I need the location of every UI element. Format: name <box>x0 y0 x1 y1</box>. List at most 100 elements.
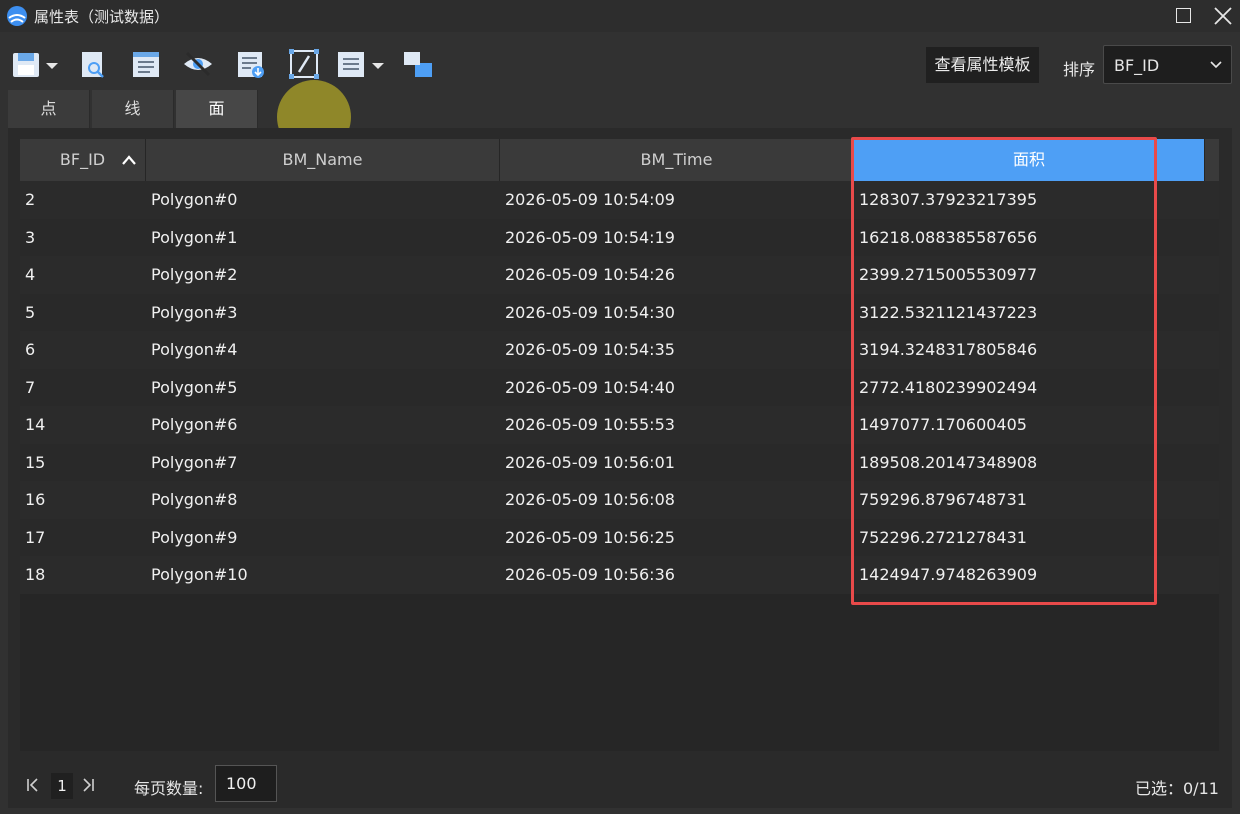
sort-label: 排序 <box>1063 60 1096 79</box>
table-cell: 6 <box>25 340 36 359</box>
table-cell: 16 <box>25 490 46 509</box>
table-cell: 14 <box>25 415 46 434</box>
layers-button[interactable] <box>402 48 434 80</box>
table-cell: 2026-05-09 10:56:36 <box>505 565 675 584</box>
export-button[interactable] <box>235 48 267 80</box>
table-cell: Polygon#7 <box>151 452 238 472</box>
sort-value: BF_ID <box>1114 56 1160 75</box>
table-row[interactable]: 18 Polygon#10 2026-05-09 10:56:36 1424947.9… <box>20 556 1219 594</box>
hide-button[interactable] <box>182 48 214 80</box>
maximize-icon[interactable] <box>1176 8 1191 23</box>
table-cell: Polygon#5 <box>151 377 238 397</box>
view-template-button[interactable]: 查看属性模板 <box>926 47 1039 83</box>
table-cell: Polygon#2 <box>151 265 238 284</box>
table-cell: 5 <box>25 302 36 322</box>
window-title: 属性表（测试数据） <box>34 8 170 26</box>
table-cell: 2026-05-09 10:54:19 <box>505 227 675 247</box>
eye-hide-icon <box>184 51 212 77</box>
table-panel: BF_ID BM_Name BM_Time 面积 2 Polygon#0 2026-… <box>8 128 1232 808</box>
table-row[interactable]: 5 Polygon#3 2026-05-09 10:54:30 3122.532112… <box>20 293 1219 331</box>
table-cell: 2026-05-09 10:54:40 <box>505 377 675 397</box>
last-page-icon[interactable] <box>80 777 96 793</box>
per-page-input[interactable] <box>215 765 277 802</box>
table-cell: 17 <box>25 527 46 547</box>
table-row[interactable]: 7 Polygon#5 2026-05-09 10:54:40 2772.418023… <box>20 368 1219 406</box>
table-row[interactable]: 15 Polygon#7 2026-05-09 10:56:01 189508.201… <box>20 443 1219 481</box>
column-header-label: 面积 <box>1012 150 1045 169</box>
table-cell: Polygon#3 <box>151 302 238 322</box>
table-cell: 2026-05-09 10:56:01 <box>505 452 675 472</box>
table-cell: 3 <box>25 227 36 247</box>
chevron-down-icon <box>372 63 384 69</box>
table-cell: 1424947.9748263909 <box>859 565 1038 584</box>
list-view-icon <box>133 52 159 77</box>
table-row[interactable]: 2 Polygon#0 2026-05-09 10:54:09 128307.3792… <box>20 181 1219 219</box>
table-cell: 1497077.170600405 <box>859 415 1027 434</box>
pagination-bar: 1 每页数量: 已选：0/11 <box>0 764 1240 814</box>
list-view-button[interactable] <box>130 48 162 80</box>
selected-count: 已选：0/11 <box>1135 779 1219 798</box>
export-icon <box>238 52 264 78</box>
table-cell: Polygon#0 <box>151 190 238 209</box>
table-cell: 752296.2721278431 <box>859 527 1027 547</box>
table-cell: 2399.2715005530977 <box>859 265 1038 284</box>
table-cell: Polygon#8 <box>151 490 238 509</box>
table-row[interactable]: 14 Polygon#6 2026-05-09 10:55:53 1497077.17… <box>20 406 1219 444</box>
table-row[interactable]: 4 Polygon#2 2026-05-09 10:54:26 2399.271500… <box>20 256 1219 294</box>
column-header-bm-name[interactable]: BM_Name <box>146 139 500 181</box>
sort-ascending-icon <box>122 155 136 165</box>
table-cell: Polygon#6 <box>151 415 238 434</box>
tab-line[interactable]: 线 <box>92 90 174 128</box>
table-cell: 2026-05-09 10:55:53 <box>505 415 675 434</box>
search-document-button[interactable] <box>77 48 109 80</box>
column-header-label: BM_Time <box>640 150 713 169</box>
per-page-label: 每页数量: <box>134 779 204 798</box>
table-cell: 15 <box>25 452 46 472</box>
table-cell: 16218.088385587656 <box>859 227 1038 247</box>
chevron-down-icon <box>1210 61 1222 69</box>
list-menu-dropdown[interactable] <box>371 62 385 70</box>
list-icon <box>338 52 364 77</box>
save-icon <box>13 53 39 77</box>
table-cell: 2026-05-09 10:54:30 <box>505 302 675 322</box>
table-cell: 18 <box>25 565 46 584</box>
table-cell: Polygon#1 <box>151 227 238 247</box>
table-cell: 2772.4180239902494 <box>859 377 1038 397</box>
edit-icon <box>289 49 319 79</box>
sort-select[interactable]: BF_ID <box>1103 45 1232 84</box>
table-cell: 759296.8796748731 <box>859 490 1027 509</box>
list-menu-button[interactable] <box>335 48 367 80</box>
table-cell: 2026-05-09 10:56:08 <box>505 490 675 509</box>
close-icon[interactable] <box>1212 5 1234 27</box>
table-cell: 2026-05-09 10:54:09 <box>505 190 675 209</box>
current-page[interactable]: 1 <box>51 773 73 799</box>
table-cell: Polygon#10 <box>151 565 248 584</box>
first-page-icon[interactable] <box>25 777 41 793</box>
table-row[interactable]: 17 Polygon#9 2026-05-09 10:56:25 752296.272… <box>20 518 1219 556</box>
tab-point[interactable]: 点 <box>8 90 90 128</box>
table-row[interactable]: 3 Polygon#1 2026-05-09 10:54:19 16218.08838… <box>20 218 1219 256</box>
save-button[interactable] <box>10 48 42 80</box>
table-cell: 4 <box>25 265 36 284</box>
table-cell: 2026-05-09 10:54:35 <box>505 340 675 359</box>
table-cell: 7 <box>25 377 36 397</box>
table-cell: 3194.3248317805846 <box>859 340 1038 359</box>
edit-button[interactable] <box>288 48 320 80</box>
column-header-bm-time[interactable]: BM_Time <box>500 139 854 181</box>
table-cell: 128307.37923217395 <box>859 190 1038 209</box>
app-logo-icon <box>7 6 27 26</box>
tab-polygon[interactable]: 面 <box>176 90 258 128</box>
table-row[interactable]: 16 Polygon#8 2026-05-09 10:56:08 759296.879… <box>20 481 1219 519</box>
table-cell: 189508.20147348908 <box>859 452 1038 472</box>
save-dropdown[interactable] <box>45 62 59 70</box>
column-header-area[interactable]: 面积 <box>854 139 1205 181</box>
table-header: BF_ID BM_Name BM_Time 面积 <box>20 139 1219 181</box>
table-cell: 2026-05-09 10:54:26 <box>505 265 675 284</box>
title-bar: 属性表（测试数据） <box>0 0 1240 32</box>
layers-icon <box>404 52 432 77</box>
table-cell: Polygon#9 <box>151 527 238 547</box>
table-cell: Polygon#4 <box>151 340 238 359</box>
table-cell: 2026-05-09 10:56:25 <box>505 527 675 547</box>
table-row[interactable]: 6 Polygon#4 2026-05-09 10:54:35 3194.324831… <box>20 331 1219 369</box>
column-header-label: BM_Name <box>282 150 363 169</box>
